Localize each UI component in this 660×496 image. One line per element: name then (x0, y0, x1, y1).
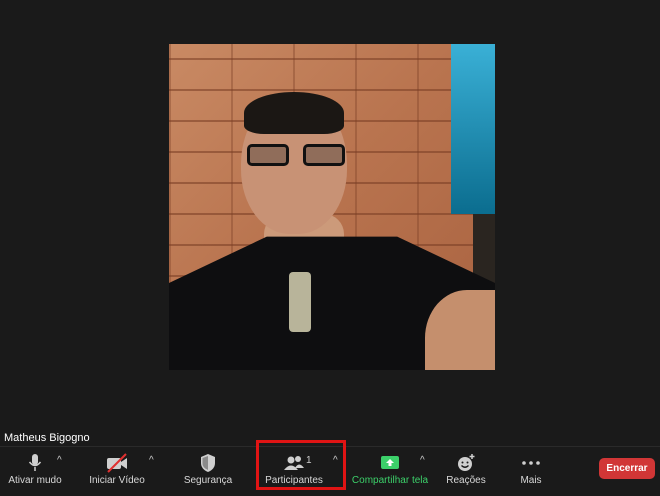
security-label: Segurança (183, 475, 233, 486)
share-screen-icon (381, 456, 399, 469)
reactions-button[interactable]: Reações (444, 447, 488, 496)
participants-highlight-box (256, 440, 346, 490)
mute-options-caret[interactable]: ^ (57, 455, 62, 466)
more-button[interactable]: Mais (511, 447, 551, 496)
more-label: Mais (520, 475, 542, 486)
reactions-label: Reações (446, 475, 486, 486)
emoji-add-icon (458, 454, 475, 471)
person-hair (244, 92, 344, 134)
security-button[interactable]: Segurança (176, 447, 240, 496)
video-options-caret[interactable]: ^ (149, 455, 154, 466)
person-glasses (247, 144, 345, 168)
participant-name-tag: Matheus Bigogno (0, 430, 94, 446)
end-meeting-button[interactable]: Encerrar (599, 458, 655, 479)
mute-label: Ativar mudo (8, 475, 62, 486)
background-window (451, 44, 495, 214)
meeting-stage (0, 0, 660, 446)
video-label: Iniciar Vídeo (89, 475, 145, 486)
share-options-caret[interactable]: ^ (420, 455, 425, 466)
share-screen-label: Compartilhar tela (351, 475, 429, 486)
share-screen-button[interactable]: Compartilhar tela (350, 447, 430, 496)
participant-video[interactable] (169, 44, 495, 370)
microphone-icon (28, 454, 42, 471)
video-off-icon (107, 453, 127, 473)
shirt-collar (289, 272, 311, 332)
more-dots-icon (522, 461, 540, 465)
shield-icon (201, 454, 215, 472)
video-button[interactable]: Iniciar Vídeo (84, 447, 150, 496)
